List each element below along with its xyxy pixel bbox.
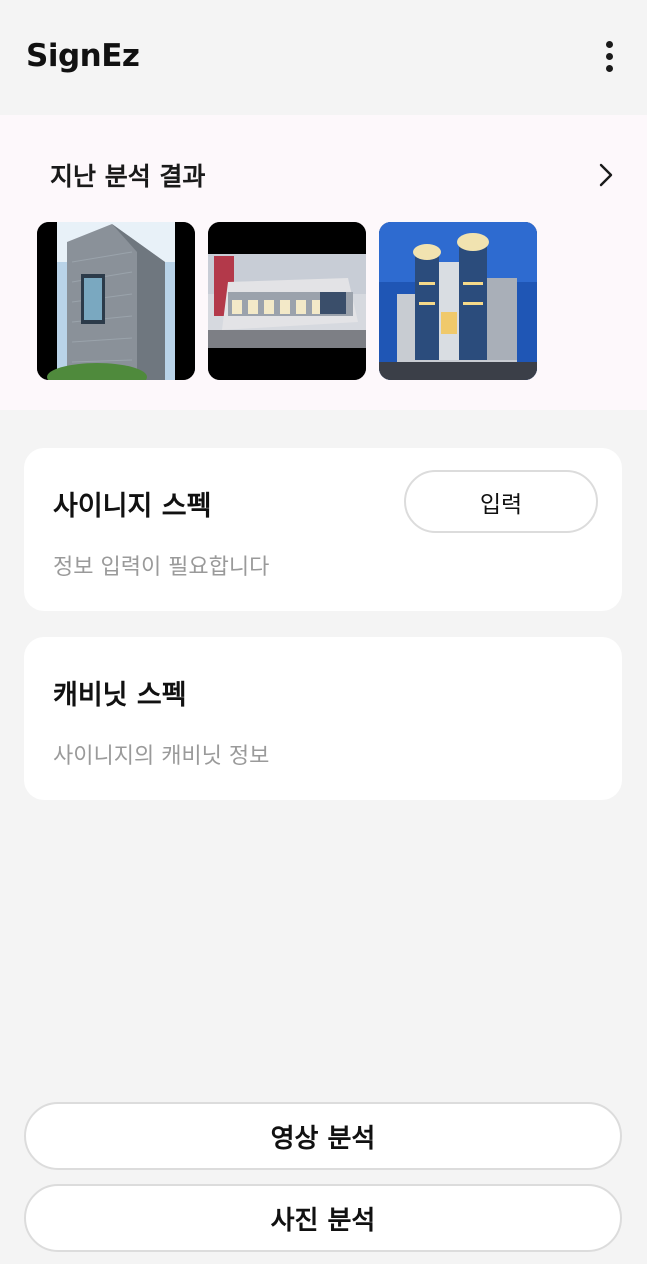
past-analysis-header[interactable]: 지난 분석 결과 [50,155,621,195]
app-bar: SignEz [0,0,647,112]
signage-spec-card: 사이니지 스펙 정보 입력이 필요합니다 입력 [24,448,622,611]
past-analysis-title: 지난 분석 결과 [50,162,206,191]
signage-spec-subtitle: 정보 입력이 필요합니다 [53,555,270,580]
thumbnail-tower-building[interactable] [37,222,195,380]
more-vertical-icon[interactable] [589,36,629,76]
signage-spec-title: 사이니지 스펙 [53,491,212,522]
cabinet-spec-title: 캐비닛 스펙 [53,680,187,711]
thumbnail-department-store[interactable] [379,222,537,380]
photo-analysis-button[interactable]: 사진 분석 [24,1184,622,1252]
cabinet-spec-subtitle: 사이니지의 캐비닛 정보 [53,744,270,769]
thumbnail-shopping-mall[interactable] [208,222,366,380]
app-root: SignEz 지난 분석 결과 사이니지 스펙 정보 입력이 필요합니다 입력 … [0,0,647,1264]
video-analysis-button[interactable]: 영상 분석 [24,1102,622,1170]
past-analysis-section: 지난 분석 결과 [0,115,647,410]
chevron-right-icon[interactable] [591,160,621,190]
cabinet-spec-card[interactable]: 캐비닛 스펙 사이니지의 캐비닛 정보 [24,637,622,800]
app-title: SignEz [26,38,140,74]
signage-input-button[interactable]: 입력 [404,470,598,533]
past-analysis-thumbnails [37,222,537,380]
